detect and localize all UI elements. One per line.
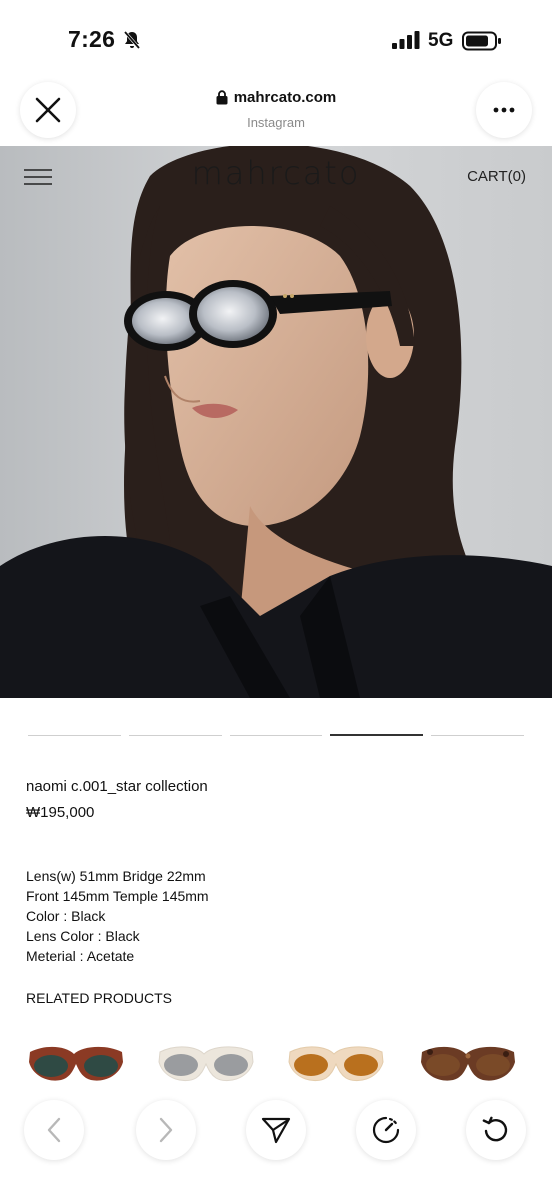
related-product-tortoise[interactable] <box>418 1040 518 1096</box>
carousel-dot[interactable] <box>128 734 222 736</box>
spec-line: Lens(w) 51mm Bridge 22mm <box>26 868 206 884</box>
back-button[interactable] <box>24 1100 84 1160</box>
browser-toolbar <box>0 1098 552 1200</box>
browser-header: mahrcato.com Instagram <box>0 80 552 146</box>
carousel-dot[interactable] <box>431 734 524 736</box>
more-button[interactable] <box>476 82 532 138</box>
product-name: naomi c.001_star collection <box>26 778 208 795</box>
carousel-dot-active[interactable] <box>330 734 424 736</box>
signal-bars-icon <box>392 31 420 49</box>
reload-button[interactable] <box>466 1100 526 1160</box>
status-time: 7:26 <box>68 26 116 52</box>
share-icon <box>261 1117 291 1144</box>
speed-icon <box>372 1116 400 1144</box>
reload-icon <box>482 1116 508 1142</box>
related-product-red-brown[interactable] <box>26 1040 126 1096</box>
spec-line: Lens Color : Black <box>26 928 140 944</box>
forward-button[interactable] <box>136 1100 196 1160</box>
status-bar: 7:26 5G <box>0 0 552 80</box>
product-image[interactable]: mahrcato CART(0) <box>0 146 552 698</box>
related-product-ivory-grey[interactable] <box>156 1040 256 1096</box>
more-icon <box>493 107 515 113</box>
related-products-title: RELATED PRODUCTS <box>26 990 172 1006</box>
url-text: mahrcato.com <box>233 89 337 106</box>
spec-line: Color : Black <box>26 908 106 924</box>
battery-icon <box>462 31 501 51</box>
forward-icon <box>159 1117 173 1143</box>
source-label: Instagram <box>247 115 305 130</box>
bell-muted-icon <box>123 31 141 49</box>
speed-button[interactable] <box>356 1100 416 1160</box>
lock-icon <box>216 90 228 105</box>
product-price: ₩195,000 <box>26 804 95 821</box>
related-product-ivory-amber[interactable] <box>286 1040 386 1096</box>
related-products-list <box>0 1040 552 1100</box>
carousel-dot[interactable] <box>229 734 323 736</box>
network-type: 5G <box>428 30 454 51</box>
carousel-dot[interactable] <box>28 734 121 736</box>
product-specs: Lens(w) 51mm Bridge 22mm Front 145mm Tem… <box>26 866 209 966</box>
share-button[interactable] <box>246 1100 306 1160</box>
back-icon <box>47 1117 61 1143</box>
spec-line: Front 145mm Temple 145mm <box>26 888 209 904</box>
cart-link[interactable]: CART(0) <box>467 168 526 185</box>
address-bar[interactable]: mahrcato.com Instagram <box>0 89 552 130</box>
model-photo <box>0 146 552 698</box>
spec-line: Meterial : Acetate <box>26 948 135 964</box>
carousel-indicator <box>28 734 524 736</box>
